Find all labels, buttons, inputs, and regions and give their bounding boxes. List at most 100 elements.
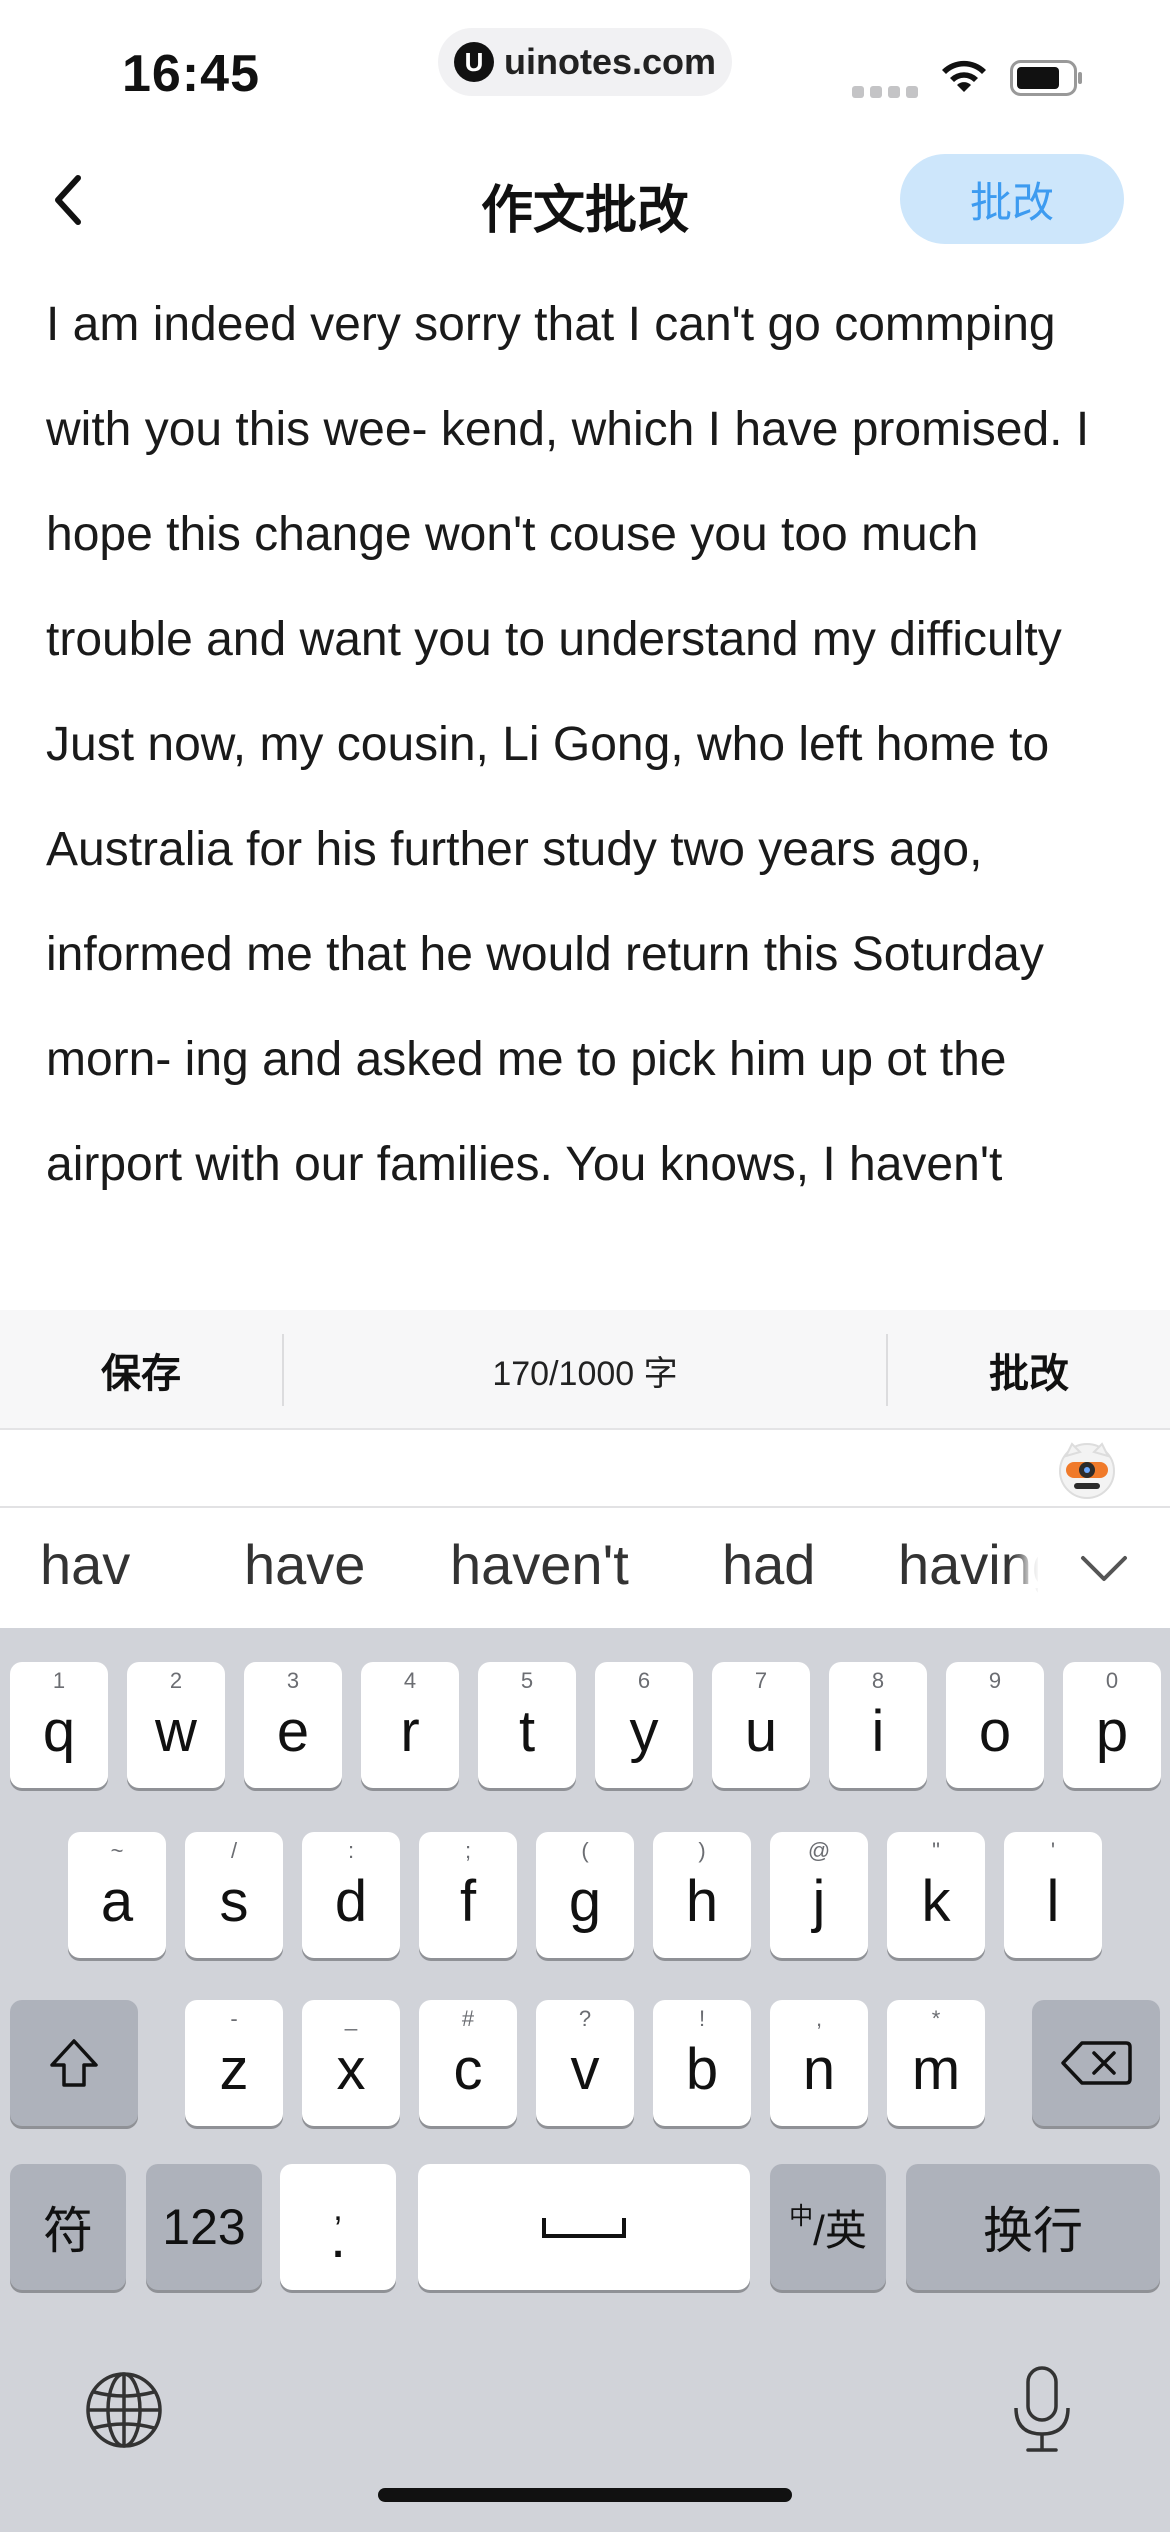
toolbar-correct-button[interactable]: 批改	[888, 1310, 1170, 1430]
site-logo-icon: U	[453, 42, 494, 82]
key-sub-label: @	[807, 1838, 831, 1863]
key-label: c	[453, 2036, 483, 2102]
key-q[interactable]: 1q	[10, 1662, 108, 1788]
key-label: r	[400, 1698, 420, 1764]
navigation-bar: 作文批改 批改	[0, 140, 1170, 260]
key-sub-label: 4	[403, 1668, 417, 1693]
suggestions-collapse-button[interactable]	[1038, 1510, 1170, 1628]
essay-text-area[interactable]: I am indeed very sorry that I can't go c…	[46, 272, 1136, 1310]
language-switch-key[interactable]: 中/英	[770, 2164, 886, 2290]
suggestion-item[interactable]: had	[722, 1532, 815, 1597]
shift-key[interactable]	[10, 2000, 138, 2126]
key-label: 符	[43, 2203, 93, 2259]
globe-icon[interactable]	[84, 2370, 164, 2450]
cellular-signal-icon	[852, 86, 918, 98]
key-g[interactable]: (g	[536, 1832, 634, 1958]
key-sub-label: 0	[1105, 1668, 1119, 1693]
word-count: 170/1000 字	[492, 1354, 678, 1393]
key-label: u	[744, 1698, 778, 1764]
key-label: k	[921, 1868, 951, 1934]
key-u[interactable]: 7u	[712, 1662, 810, 1788]
key-label: m	[911, 2036, 961, 2102]
key-e[interactable]: 3e	[244, 1662, 342, 1788]
key-sub-label: 6	[637, 1668, 651, 1693]
space-bar-icon	[542, 2218, 626, 2238]
punctuation-key[interactable]: , .	[280, 2164, 396, 2290]
key-sub-label: '	[1050, 1838, 1056, 1863]
key-h[interactable]: ) h	[653, 1832, 751, 1958]
key-sub-label: 3	[286, 1668, 300, 1693]
chevron-left-icon	[55, 175, 81, 225]
suggestion-bar: hav have haven't had having	[0, 1510, 1170, 1628]
key-d[interactable]: :d	[302, 1832, 400, 1958]
key-a[interactable]: ~ a	[68, 1832, 166, 1958]
key-t[interactable]: 5t	[478, 1662, 576, 1788]
key-label: y	[629, 1698, 659, 1764]
keyboard-assistant-bar	[0, 1430, 1170, 1508]
key-sub-label: 2	[169, 1668, 183, 1693]
key-sub-label: 9	[988, 1668, 1002, 1693]
key-label: j	[812, 1868, 826, 1934]
key-label: p	[1095, 1698, 1129, 1764]
key-label: l	[1046, 1868, 1060, 1934]
key-sub-label: !	[698, 2006, 706, 2031]
space-key[interactable]	[418, 2164, 750, 2290]
key-w[interactable]: 2w	[127, 1662, 225, 1788]
key-label: i	[871, 1698, 885, 1764]
key-o[interactable]: 9o	[946, 1662, 1044, 1788]
key-f[interactable]: ; f	[419, 1832, 517, 1958]
key-sub-label: ;	[464, 1838, 472, 1863]
key-sub-label: 1	[52, 1668, 66, 1693]
key-l[interactable]: ' l	[1004, 1832, 1102, 1958]
key-n[interactable]: ,n	[770, 2000, 868, 2126]
key-sub-label: 7	[754, 1668, 768, 1693]
symbols-key[interactable]: 符	[10, 2164, 126, 2290]
key-label: q	[42, 1698, 76, 1764]
key-label: a	[100, 1868, 134, 1934]
key-label: /英	[813, 2206, 867, 2254]
numbers-key[interactable]: 123	[146, 2164, 262, 2290]
url-text: uinotes.com	[503, 41, 717, 82]
key-label: g	[568, 1868, 602, 1934]
key-sub-label: _	[344, 2006, 358, 2031]
key-sub-label: *	[931, 2006, 941, 2031]
key-label: o	[978, 1698, 1012, 1764]
key-b[interactable]: ! b	[653, 2000, 751, 2126]
key-label: b	[685, 2036, 719, 2102]
key-sub-label: /	[230, 1838, 238, 1863]
suggestion-item[interactable]: hav	[40, 1532, 130, 1597]
key-r[interactable]: 4r	[361, 1662, 459, 1788]
suggestion-item[interactable]: haven't	[450, 1532, 629, 1597]
key-y[interactable]: 6y	[595, 1662, 693, 1788]
key-v[interactable]: ? v	[536, 2000, 634, 2126]
key-k[interactable]: " k	[887, 1832, 985, 1958]
key-sub-label: #	[461, 2006, 475, 2031]
keyboard-mascot-icon[interactable]	[1056, 1438, 1118, 1500]
key-sub-label: 中	[789, 2202, 814, 2230]
microphone-icon[interactable]	[1006, 2364, 1078, 2456]
key-j[interactable]: @ j	[770, 1832, 868, 1958]
key-i[interactable]: 8i	[829, 1662, 927, 1788]
key-sub-label: )	[698, 1838, 706, 1863]
key-p[interactable]: 0p	[1063, 1662, 1161, 1788]
home-indicator[interactable]	[378, 2488, 792, 2502]
key-s[interactable]: / s	[185, 1832, 283, 1958]
url-pill[interactable]: U uinotes.com	[438, 28, 732, 96]
delete-key[interactable]	[1032, 2000, 1160, 2126]
key-c[interactable]: # c	[419, 2000, 517, 2126]
key-z[interactable]: -z	[185, 2000, 283, 2126]
correct-button[interactable]: 批改	[900, 154, 1124, 244]
back-button[interactable]	[36, 168, 100, 232]
suggestion-item[interactable]: have	[244, 1532, 365, 1597]
shift-icon	[50, 2039, 98, 2087]
key-sub-label: ,	[815, 2006, 823, 2031]
key-label: x	[336, 2036, 366, 2102]
key-m[interactable]: * m	[887, 2000, 985, 2126]
save-button[interactable]: 保存	[0, 1310, 282, 1430]
backspace-icon	[1061, 2041, 1132, 2085]
key-x[interactable]: _ x	[302, 2000, 400, 2126]
key-label: v	[570, 2036, 600, 2102]
key-sub-label: (	[581, 1838, 589, 1863]
key-sub-label: "	[932, 1838, 940, 1863]
return-key[interactable]: 换行	[906, 2164, 1160, 2290]
